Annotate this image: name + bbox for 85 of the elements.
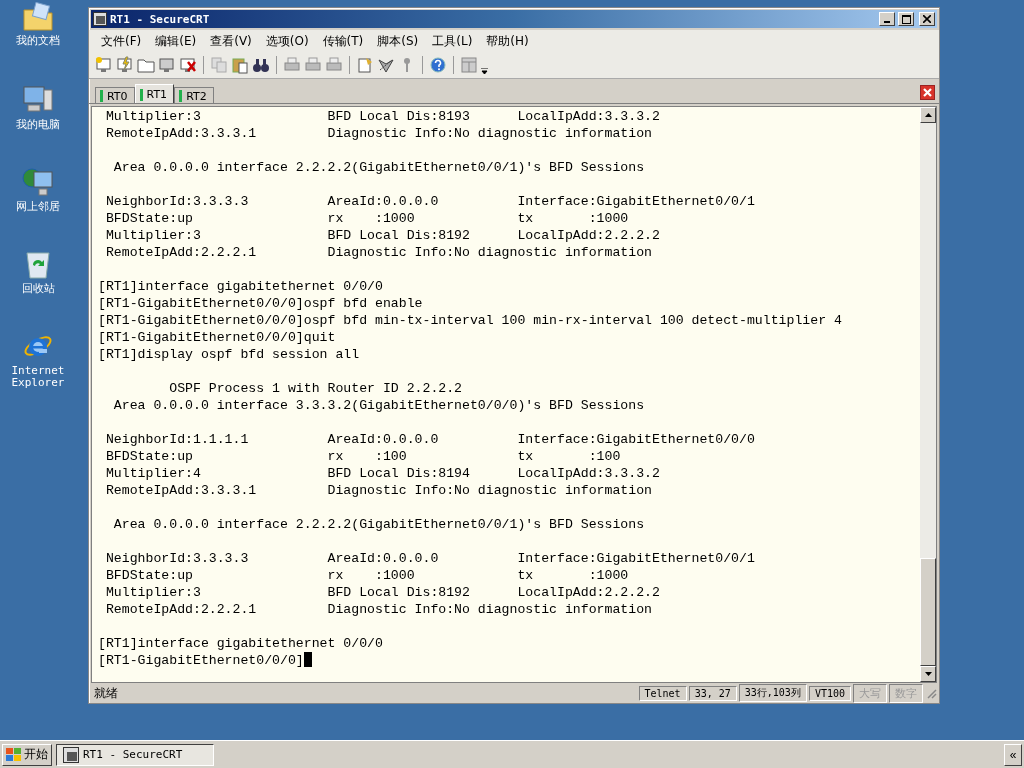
terminal-line: Multiplier:4 BFD Local Dis:8194 LocalIpAdd:3.3.3.2: [104, 466, 660, 481]
map-icon[interactable]: [377, 56, 395, 74]
desktop-icon-label[interactable]: 我的电脑: [3, 119, 73, 131]
app-icon: [93, 12, 107, 26]
terminal-line: Multiplier:3 BFD Local Dis:8193 LocalIpAdd:3.3.3.2: [104, 109, 660, 124]
start-button[interactable]: 开始: [2, 743, 52, 766]
terminal-line: OSPF Process 1 with Router ID 2.2.2.2: [168, 381, 463, 396]
connected-indicator-icon: [100, 90, 103, 102]
up-arrow-icon[interactable]: [924, 113, 932, 117]
terminal-line: RemoteIpAdd:3.3.3.1 Diagnostic Info:No diagnostic information: [104, 483, 652, 498]
terminal-line: Area 0.0.0.0 interface 2.2.2.2(GigabitEthernet0/0/1)'s BFD Sessions: [112, 160, 645, 175]
terminal-line: Multiplier:3 BFD Local Dis:8192 LocalIpAdd:2.2.2.2: [104, 228, 660, 243]
status-pane: 33行,103列: [738, 684, 807, 702]
minimize-button[interactable]: [879, 12, 895, 26]
menu-item[interactable]: 编辑(E): [149, 32, 203, 50]
folder-icon[interactable]: [22, 2, 54, 32]
terminal-line: NeighborId:3.3.3.3 AreaId:0.0.0.0 Interface:GigabitEthernet0/0/1: [104, 194, 755, 209]
maximize-button[interactable]: [898, 12, 914, 26]
close-icon: [923, 88, 932, 97]
status-pane: 数字: [889, 683, 923, 703]
folder-icon[interactable]: [137, 56, 155, 74]
scrollbar-thumb[interactable]: [920, 558, 936, 666]
menu-item[interactable]: 脚本(S): [371, 32, 425, 50]
desktop-icon-label[interactable]: 我的文档: [3, 35, 73, 47]
terminal-line: [RT1]interface gigabitethernet 0/0/0: [98, 279, 383, 294]
terminal-line: [RT1-GigabitEthernet0/0/0]ospf bfd min-tx-interval 100 min-rx-interval 100 detect-multiplier 4: [98, 313, 842, 328]
terminal-line: NeighborId:3.3.3.3 AreaId:0.0.0.0 Interface:GigabitEthernet0/0/1: [104, 551, 755, 566]
close-button[interactable]: [919, 12, 935, 26]
status-pane: Telnet: [638, 685, 687, 701]
maximize-icon: [901, 14, 911, 24]
terminal-line: NeighborId:1.1.1.1 AreaId:0.0.0.0 Interface:GigabitEthernet0/0/0: [104, 432, 755, 447]
monitor-star-icon[interactable]: [95, 56, 113, 74]
terminal-line: Area 0.0.0.0 interface 2.2.2.2(GigabitEthernet0/0/1)'s BFD Sessions: [112, 517, 645, 532]
close-icon: [923, 15, 931, 23]
session-tab[interactable]: RT0: [95, 87, 135, 103]
connected-indicator-icon: [139, 88, 143, 101]
window-title: RT1 - SecureCRT: [110, 12, 210, 26]
windows-flag-icon: [6, 747, 22, 762]
menu-item[interactable]: 传输(T): [316, 32, 370, 50]
status-pane: VT100: [808, 685, 851, 701]
binoculars-icon[interactable]: [252, 56, 270, 74]
taskbar-button[interactable]: RT1 - SecureCRT: [56, 743, 214, 766]
overflow-arrow-icon[interactable]: [481, 68, 489, 76]
down-arrow-icon[interactable]: [924, 672, 932, 676]
terminal-line: Multiplier:3 BFD Local Dis:8192 LocalIpAdd:2.2.2.2: [104, 585, 660, 600]
monitor-faded-icon[interactable]: [158, 56, 176, 74]
menu-item[interactable]: 文件(F): [95, 32, 148, 50]
terminal-line: Area 0.0.0.0 interface 3.3.3.2(GigabitEthernet0/0/0)'s BFD Sessions: [112, 398, 645, 413]
help-icon[interactable]: [429, 56, 447, 74]
vertical-scrollbar[interactable]: [920, 107, 936, 682]
paste-icon[interactable]: [231, 56, 249, 74]
show-tray-button[interactable]: «: [1004, 743, 1022, 766]
monitor-bolt-icon[interactable]: [116, 56, 134, 74]
terminal-line: [RT1-GigabitEthernet0/0/0]quit: [98, 330, 336, 345]
status-message: 就绪: [94, 684, 118, 702]
printer-icon[interactable]: [304, 56, 322, 74]
printer-icon[interactable]: [283, 56, 301, 74]
network-computer-icon[interactable]: [22, 166, 54, 198]
menu-item[interactable]: 工具(L): [426, 32, 479, 50]
menu-item[interactable]: 查看(V): [204, 32, 258, 50]
terminal-panel[interactable]: [92, 107, 920, 682]
desktop-icon-label[interactable]: 回收站: [3, 283, 73, 295]
terminal-line: RemoteIpAdd:2.2.2.1 Diagnostic Info:No diagnostic information: [104, 602, 652, 617]
terminal-line: [RT1]interface gigabitethernet 0/0/0: [98, 636, 383, 651]
close-tab-button[interactable]: [920, 85, 935, 100]
desktop-icon-label[interactable]: 网上邻居: [3, 201, 73, 213]
connected-indicator-icon: [179, 90, 183, 102]
session-tab[interactable]: RT2: [174, 87, 214, 103]
printer-icon[interactable]: [325, 56, 343, 74]
status-pane: 33, 27: [688, 685, 737, 701]
terminal-line: RemoteIpAdd:3.3.3.1 Diagnostic Info:No diagnostic information: [104, 126, 652, 141]
resize-grip-icon[interactable]: [925, 687, 937, 699]
terminal-line: RemoteIpAdd:2.2.2.1 Diagnostic Info:No diagnostic information: [104, 245, 652, 260]
session-tab[interactable]: RT1: [134, 84, 175, 103]
desktop-icon-label[interactable]: Internet Explorer: [3, 365, 73, 389]
app-icon: [63, 746, 79, 763]
menu-item[interactable]: 帮助(H): [480, 32, 535, 50]
monitor-cross-icon[interactable]: [179, 56, 197, 74]
terminal-line: [RT1]display ospf bfd session all: [98, 347, 360, 362]
menu-item[interactable]: 选项(O): [259, 32, 315, 50]
terminal-line: BFDState:up rx :1000 tx :1000: [104, 211, 629, 226]
terminal-line: [RT1-GigabitEthernet0/0/0]: [98, 653, 304, 668]
terminal-line: BFDState:up rx :1000 tx :1000: [104, 568, 629, 583]
terminal-line: BFDState:up rx :100 tx :100: [104, 449, 621, 464]
terminal-line: [RT1-GigabitEthernet0/0/0]ospf bfd enable: [98, 296, 423, 311]
